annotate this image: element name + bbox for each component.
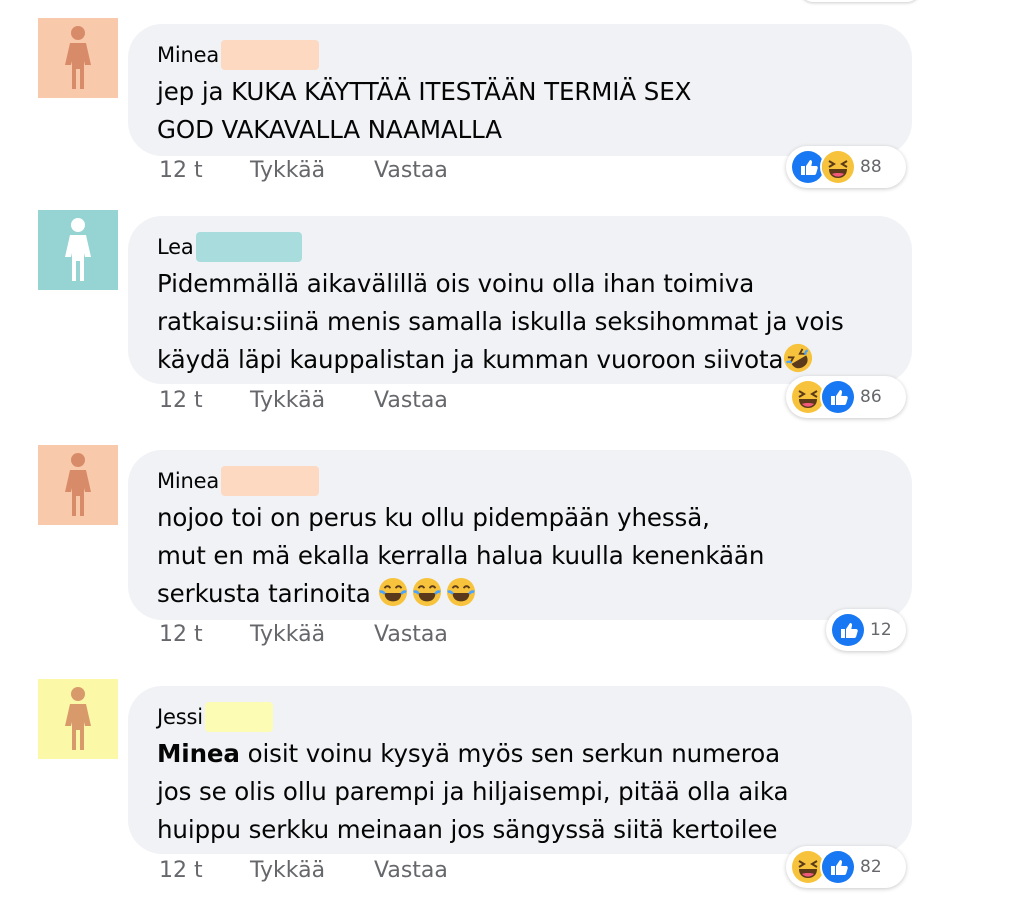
female-user-icon xyxy=(65,687,91,750)
reply-button[interactable]: Vastaa xyxy=(374,158,448,183)
avatar[interactable] xyxy=(38,679,118,759)
commenter-name[interactable]: Minea xyxy=(157,43,219,67)
reply-button[interactable]: Vastaa xyxy=(374,858,448,883)
rofl-emoji-icon xyxy=(784,343,813,373)
reaction-summary[interactable]: 12 xyxy=(826,609,906,651)
avatar[interactable] xyxy=(38,18,118,98)
comment-bubble: Jessi Minea oisit voinu kysyä myös sen s… xyxy=(128,686,912,854)
tears-of-joy-emoji-icon xyxy=(413,577,442,607)
name-redaction xyxy=(204,702,273,732)
female-user-icon xyxy=(65,26,91,89)
female-user-icon xyxy=(65,453,91,516)
comment-actions: 12 t Tykkää Vastaa xyxy=(159,388,448,413)
comment-text: nojoo toi on perus ku ollu pidempään yhe… xyxy=(157,503,765,608)
reaction-summary[interactable]: 86 xyxy=(786,376,906,418)
timestamp[interactable]: 12 t xyxy=(159,858,250,883)
like-button[interactable]: Tykkää xyxy=(250,158,374,183)
timestamp[interactable]: 12 t xyxy=(159,622,250,647)
timestamp[interactable]: 12 t xyxy=(159,158,250,183)
name-redaction xyxy=(221,40,320,70)
like-icon xyxy=(820,849,856,885)
comment-actions: 12 t Tykkää Vastaa xyxy=(159,158,448,183)
tears-of-joy-emoji-icon xyxy=(379,577,408,607)
reaction-count: 82 xyxy=(860,857,882,877)
comment-bubble: Minea jep ja KUKA KÄYTTÄÄ ITESTÄÄN TERMI… xyxy=(128,24,912,156)
like-icon xyxy=(820,379,856,415)
timestamp[interactable]: 12 t xyxy=(159,388,250,413)
reply-button[interactable]: Vastaa xyxy=(374,622,448,647)
mention-link[interactable]: Minea xyxy=(157,739,240,768)
previous-reactions-fragment xyxy=(800,0,920,2)
reply-button[interactable]: Vastaa xyxy=(374,388,448,413)
reaction-count: 88 xyxy=(860,157,882,177)
like-button[interactable]: Tykkää xyxy=(250,388,374,413)
laugh-icon xyxy=(820,149,856,185)
reaction-count: 12 xyxy=(870,620,892,640)
avatar[interactable] xyxy=(38,210,118,290)
comment-bubble: Lea Pidemmällä aikavälillä ois voinu oll… xyxy=(128,216,912,384)
comment-actions: 12 t Tykkää Vastaa xyxy=(159,622,448,647)
comment-text: jep ja KUKA KÄYTTÄÄ ITESTÄÄN TERMIÄ SEX … xyxy=(157,77,692,144)
like-button[interactable]: Tykkää xyxy=(250,622,374,647)
like-icon xyxy=(830,612,866,648)
commenter-name[interactable]: Minea xyxy=(157,469,219,493)
like-button[interactable]: Tykkää xyxy=(250,858,374,883)
reaction-summary[interactable]: 88 xyxy=(786,146,906,188)
comment-text: Pidemmällä aikavälillä ois voinu olla ih… xyxy=(157,265,882,379)
commenter-name[interactable]: Jessi xyxy=(157,705,203,729)
comment-actions: 12 t Tykkää Vastaa xyxy=(159,858,448,883)
avatar[interactable] xyxy=(38,445,118,525)
name-redaction xyxy=(221,466,320,496)
commenter-name[interactable]: Lea xyxy=(157,235,194,259)
name-redaction xyxy=(195,232,302,262)
female-user-icon xyxy=(65,218,91,281)
comment-text: Minea oisit voinu kysyä myös sen serkun … xyxy=(157,739,789,844)
tears-of-joy-emoji-icon xyxy=(447,577,476,607)
comment-bubble: Minea nojoo toi on perus ku ollu pidempä… xyxy=(128,450,912,620)
reaction-count: 86 xyxy=(860,387,882,407)
reaction-summary[interactable]: 82 xyxy=(786,846,906,888)
